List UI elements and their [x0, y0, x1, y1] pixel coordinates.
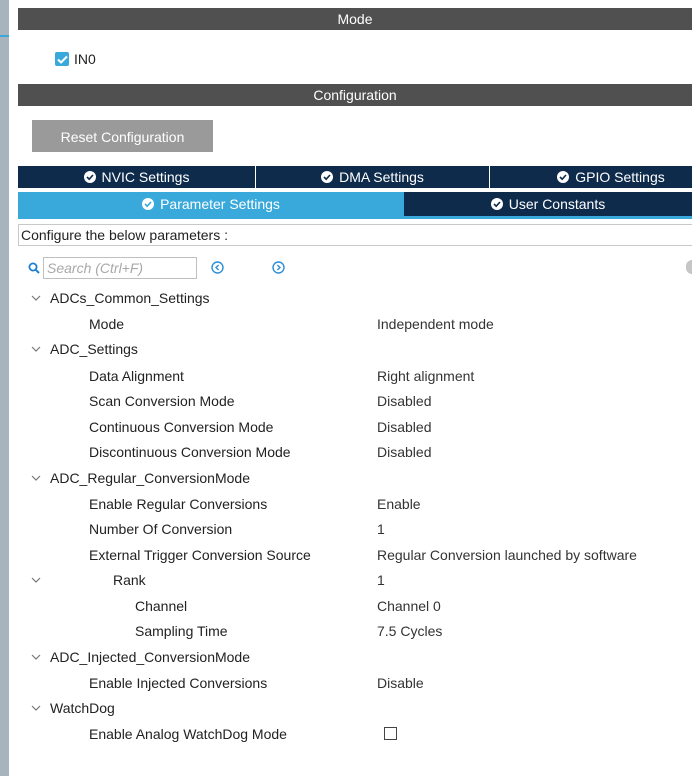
param-value[interactable]: 1	[377, 518, 385, 540]
param-value[interactable]: Disabled	[377, 441, 431, 463]
group-adcs-common-settings[interactable]: ADCs_Common_Settings	[50, 287, 210, 309]
scroll-edge-indicator	[686, 260, 692, 274]
search-icon[interactable]	[28, 262, 40, 274]
checkbox-checked-icon[interactable]	[55, 52, 69, 66]
param-value[interactable]: 1	[377, 569, 385, 591]
tab-label: User Constants	[508, 196, 606, 212]
group-adc-settings[interactable]: ADC_Settings	[50, 338, 138, 360]
param-label-rank[interactable]: Rank	[113, 569, 146, 591]
check-circle-icon	[557, 171, 570, 183]
tab-label: Parameter Settings	[160, 196, 280, 212]
param-label: Enable Injected Conversions	[89, 675, 268, 691]
configuration-header: Configuration	[18, 84, 692, 106]
tab-parameter-settings[interactable]: Parameter Settings	[18, 192, 404, 216]
left-rail-accent	[0, 35, 9, 37]
configure-info-bar: Configure the below parameters :	[18, 224, 692, 246]
tab-dma-settings[interactable]: DMA Settings	[256, 166, 490, 188]
chevron-down-icon[interactable]	[30, 287, 42, 309]
tab-user-constants[interactable]: User Constants	[404, 192, 692, 216]
param-value[interactable]: Channel 0	[377, 595, 441, 617]
param-label: Channel	[135, 598, 188, 614]
param-value[interactable]: 7.5 Cycles	[377, 620, 442, 642]
in0-checkbox-row[interactable]: IN0	[55, 51, 96, 67]
check-circle-icon	[490, 198, 503, 210]
check-circle-icon	[321, 171, 334, 183]
tabs-row-2: Parameter Settings User Constants	[18, 192, 692, 216]
reset-configuration-button[interactable]: Reset Configuration	[32, 120, 213, 152]
param-value[interactable]: Disabled	[377, 390, 431, 412]
tab-gpio-settings[interactable]: GPIO Settings	[490, 166, 692, 188]
chevron-down-icon[interactable]	[30, 646, 42, 668]
param-value[interactable]: Disabled	[377, 416, 431, 438]
param-label: Scan Conversion Mode	[89, 393, 235, 409]
in0-label: IN0	[74, 51, 96, 67]
search-previous-icon[interactable]	[211, 261, 224, 277]
tab-label: NVIC Settings	[101, 169, 190, 185]
check-circle-icon	[142, 198, 155, 210]
tabs-row-1: NVIC Settings DMA Settings GPIO Settings	[18, 166, 692, 188]
chevron-down-icon[interactable]	[30, 467, 42, 489]
group-adc-injected-conversionmode[interactable]: ADC_Injected_ConversionMode	[50, 646, 250, 668]
param-label: Mode	[89, 316, 125, 332]
param-label: Data Alignment	[89, 368, 184, 384]
param-label: Discontinuous Conversion Mode	[89, 444, 291, 460]
tab-underline	[18, 216, 692, 219]
search-row	[18, 256, 197, 280]
left-rail	[0, 0, 9, 776]
param-label: Number Of Conversion	[89, 521, 233, 537]
chevron-down-icon[interactable]	[30, 569, 42, 591]
tab-label: GPIO Settings	[575, 169, 665, 185]
param-label: Continuous Conversion Mode	[89, 419, 274, 435]
param-value[interactable]: Disable	[377, 672, 424, 694]
param-value[interactable]: Independent mode	[377, 313, 494, 335]
param-value[interactable]: Enable	[377, 493, 421, 515]
check-circle-icon	[83, 171, 96, 183]
param-label: External Trigger Conversion Source	[89, 547, 311, 563]
search-next-icon[interactable]	[272, 261, 285, 277]
mode-header: Mode	[18, 8, 692, 30]
param-label: Sampling Time	[135, 623, 228, 639]
param-label: Enable Analog WatchDog Mode	[89, 726, 287, 742]
param-value[interactable]: Regular Conversion launched by software	[377, 544, 637, 566]
group-adc-regular-conversionmode[interactable]: ADC_Regular_ConversionMode	[50, 467, 250, 489]
search-input[interactable]	[43, 257, 197, 279]
param-value[interactable]: Right alignment	[377, 365, 474, 387]
param-label: Enable Regular Conversions	[89, 496, 268, 512]
group-watchdog[interactable]: WatchDog	[50, 697, 115, 719]
tab-label: DMA Settings	[339, 169, 424, 185]
analog-watchdog-checkbox[interactable]	[384, 727, 397, 740]
tab-nvic-settings[interactable]: NVIC Settings	[18, 166, 256, 188]
chevron-down-icon[interactable]	[30, 338, 42, 360]
chevron-down-icon[interactable]	[30, 697, 42, 719]
